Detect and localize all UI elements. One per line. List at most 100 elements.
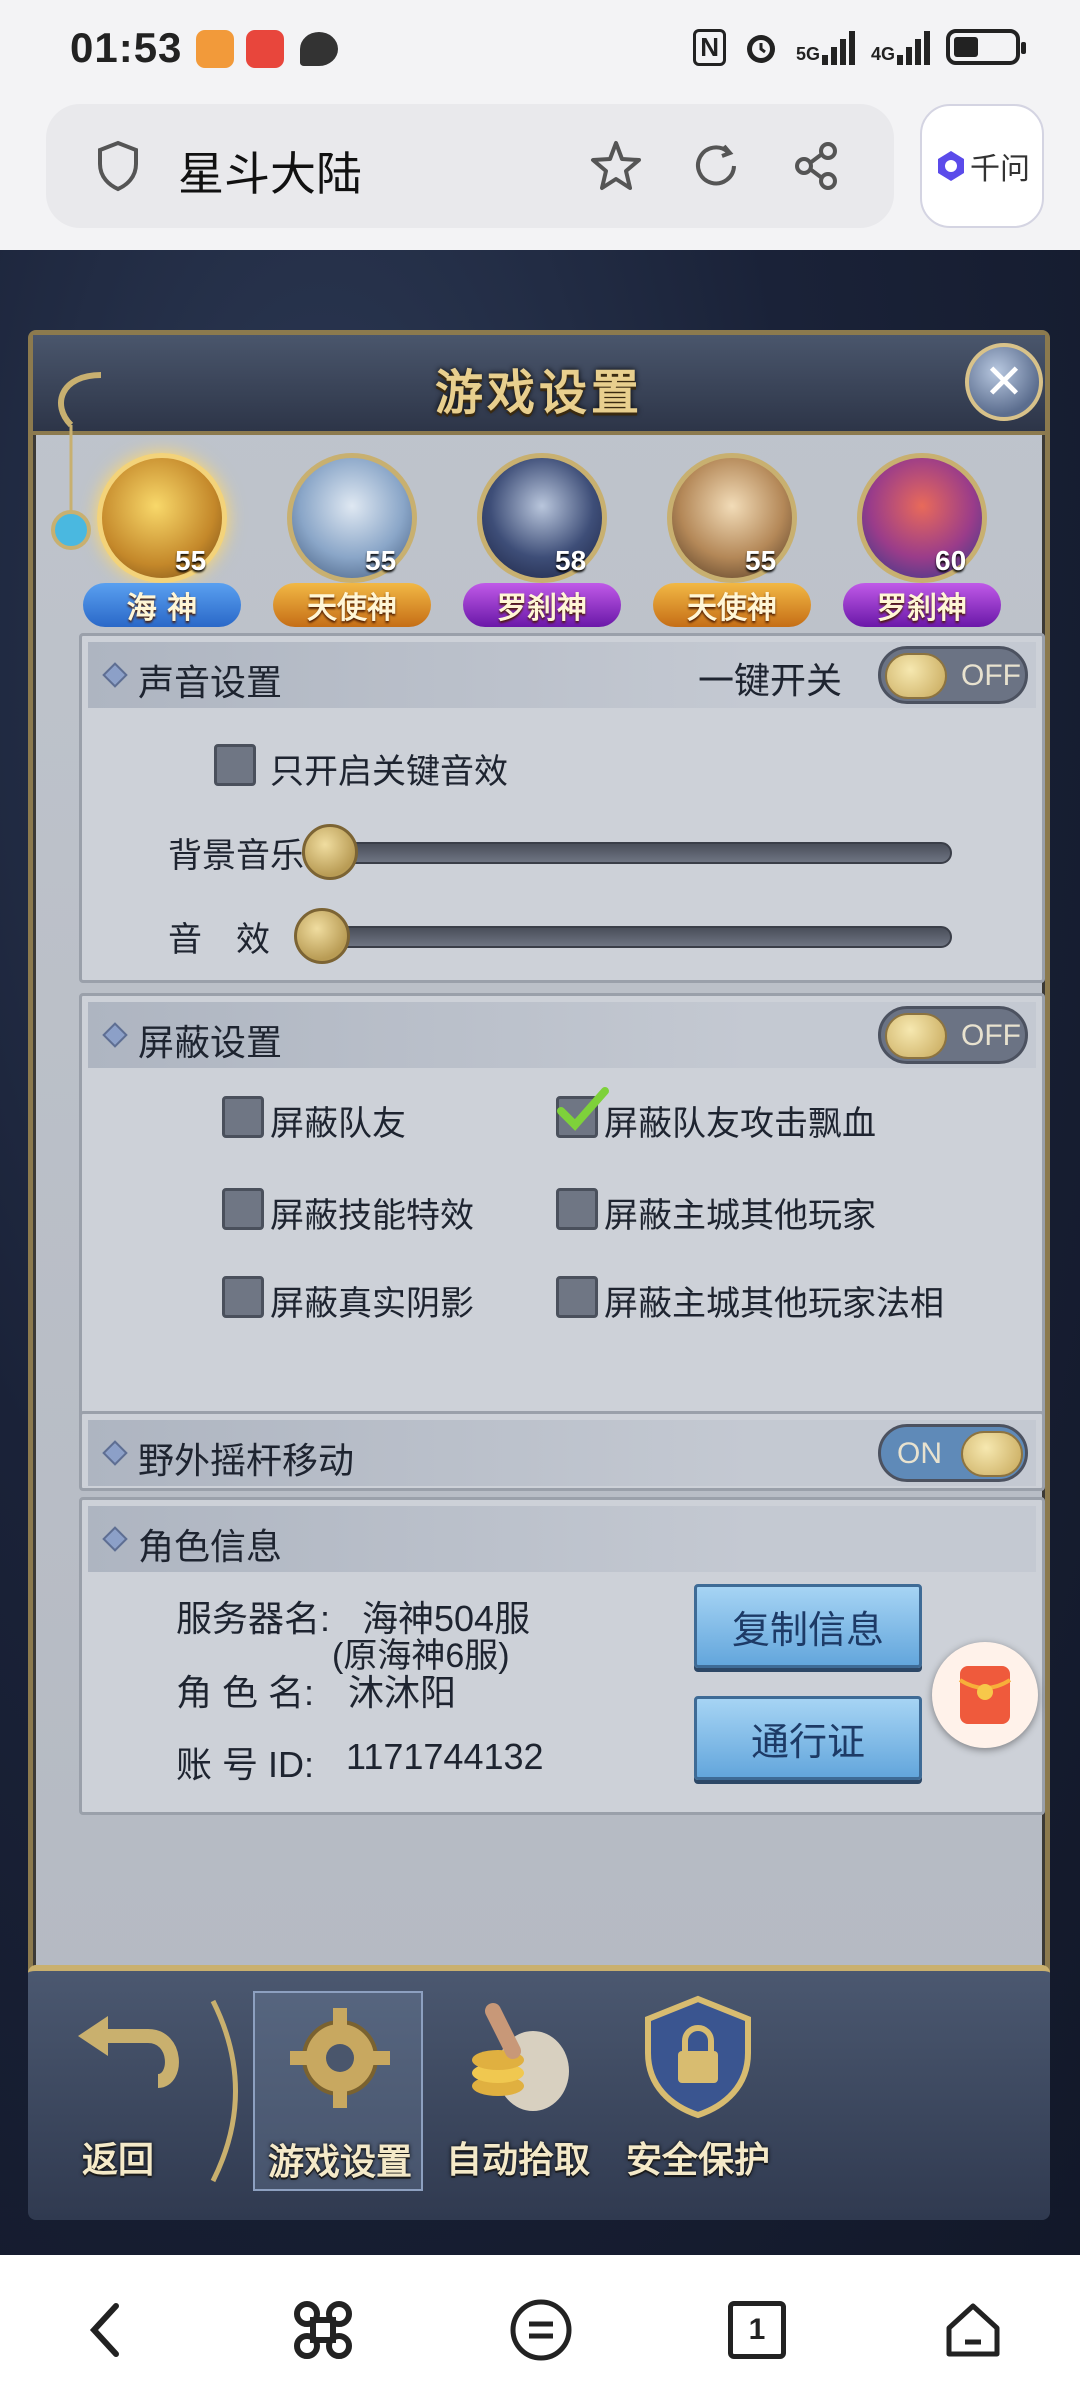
character-title-badge: 天使神 [273, 583, 431, 627]
character-slot[interactable]: 60 罗刹神 [843, 443, 1003, 638]
tab-game-settings[interactable]: 游戏设置 [253, 1991, 423, 2191]
refresh-icon[interactable] [686, 136, 746, 196]
back-label: 返回 [81, 2139, 154, 2181]
tab-security[interactable]: 安全保护 [613, 1991, 783, 2191]
close-button[interactable]: ✕ [965, 343, 1043, 421]
checkmark-icon [557, 1087, 609, 1131]
tab-label: 自动拾取 [445, 2139, 590, 2181]
one-key-switch-toggle[interactable]: OFF [878, 646, 1028, 704]
block-option-label: 屏蔽队友 [270, 1105, 406, 1143]
qianwen-assistant-button[interactable]: 千问 [920, 104, 1044, 228]
block-real-shadow-checkbox[interactable] [222, 1276, 264, 1318]
block-teammates-checkbox[interactable] [222, 1096, 264, 1138]
bgm-slider-knob[interactable] [302, 824, 358, 880]
character-level: 55 [745, 545, 777, 576]
apps-nav-button[interactable] [288, 2295, 358, 2365]
gear-icon [290, 2008, 390, 2108]
tab-auto-pickup[interactable]: 自动拾取 [433, 1991, 603, 2191]
coin-bag-icon [472, 2003, 569, 2111]
alarm-icon [746, 35, 775, 63]
role-name-label: 角 色 名: [176, 1672, 315, 1713]
copy-info-button[interactable]: 复制信息 [694, 1584, 922, 1668]
account-id-value: 1171744132 [346, 1736, 544, 1777]
block-city-players-checkbox[interactable] [556, 1188, 598, 1230]
character-slot[interactable]: 55 天使神 [273, 443, 433, 638]
network-label-4g: 4G [870, 44, 895, 64]
section-title: 野外摇杆移动 [138, 1440, 355, 1481]
section-header: 角色信息 [88, 1506, 1036, 1572]
block-team-damage-checkbox[interactable] [556, 1087, 609, 1138]
section-header: 声音设置 一键开关 OFF [88, 642, 1036, 708]
diamond-bullet-icon [102, 1022, 128, 1048]
home-nav-button[interactable] [938, 2295, 1008, 2365]
signal-strength-icon [821, 29, 855, 65]
character-slot[interactable]: 58 罗刹神 [463, 443, 623, 638]
panel-title: 游戏设置 [434, 365, 643, 421]
diamond-bullet-icon [102, 662, 128, 688]
joystick-toggle[interactable]: ON [878, 1424, 1028, 1482]
block-skill-effects-checkbox[interactable] [222, 1188, 264, 1230]
menu-nav-button[interactable] [506, 2295, 576, 2365]
bgm-slider-track[interactable] [302, 842, 952, 864]
shield-icon[interactable] [96, 140, 140, 192]
character-title-badge: 罗刹神 [463, 583, 621, 627]
shield-lock-icon [645, 1995, 751, 2119]
bottom-tab-bar: 返回 游戏设置 自动拾取 安全保护 [28, 1965, 1050, 2220]
status-time: 01:53 [70, 24, 183, 71]
character-portrait [287, 453, 417, 583]
tabs-nav-button[interactable]: 1 [722, 2295, 792, 2365]
passport-button[interactable]: 通行证 [694, 1696, 922, 1780]
section-title: 角色信息 [138, 1526, 283, 1567]
character-level: 55 [365, 545, 397, 576]
back-arrow-icon [78, 2016, 179, 2088]
block-toggle[interactable]: OFF [878, 1006, 1028, 1064]
block-option-label: 屏蔽真实阴影 [270, 1285, 474, 1323]
block-city-player-avatar-checkbox[interactable] [556, 1276, 598, 1318]
sfx-slider-knob[interactable] [294, 908, 350, 964]
back-button[interactable]: 返回 [48, 1991, 218, 2191]
bookmark-star-icon[interactable] [586, 136, 646, 196]
block-option-label: 屏蔽主城其他玩家法相 [604, 1285, 944, 1323]
role-info-section: 角色信息 服务器名: 海神504服 (原海神6服) 角 色 名: 沐沐阳 账 号… [79, 1497, 1045, 1815]
character-level: 58 [555, 545, 587, 576]
panel-header: 游戏设置 ✕ [33, 335, 1045, 435]
menu-icon [510, 2299, 572, 2361]
sound-settings-section: 声音设置 一键开关 OFF 只开启关键音效 背景音乐 音 效 [79, 633, 1045, 983]
section-title: 屏蔽设置 [138, 1022, 283, 1063]
red-packet-icon [958, 1666, 1012, 1724]
command-icon [294, 2301, 352, 2359]
account-id-label: 账 号 ID: [176, 1744, 315, 1785]
home-icon [946, 2303, 1000, 2357]
browser-toolbar: 星斗大陆 千问 [0, 100, 1080, 250]
close-icon: ✕ [983, 356, 1025, 409]
toggle-knob [885, 1013, 947, 1059]
diamond-bullet-icon [102, 1440, 128, 1466]
section-title: 声音设置 [138, 662, 283, 703]
settings-panel: 游戏设置 ✕ 55 海 神 55 天使神 58 罗刹神 55 天使神 60 罗刹… [28, 330, 1050, 2220]
address-bar[interactable]: 星斗大陆 [46, 104, 894, 228]
app-notification-icon [196, 30, 234, 68]
game-canvas: 游戏设置 ✕ 55 海 神 55 天使神 58 罗刹神 55 天使神 60 罗刹… [0, 250, 1080, 2255]
character-slot[interactable]: 55 天使神 [653, 443, 813, 638]
diamond-bullet-icon [102, 1526, 128, 1552]
character-level: 55 [175, 545, 207, 576]
joystick-section: 野外摇杆移动 ON [79, 1411, 1045, 1491]
block-option-label: 屏蔽队友攻击飘血 [604, 1105, 876, 1143]
toggle-state: ON [897, 1437, 942, 1470]
character-list: 55 海 神 55 天使神 58 罗刹神 55 天使神 60 罗刹神 [83, 443, 1043, 638]
floating-red-packet-button[interactable] [932, 1642, 1038, 1748]
block-option-label: 屏蔽技能特效 [270, 1197, 474, 1235]
bgm-label: 背景音乐 [168, 837, 304, 875]
character-level: 60 [935, 545, 967, 576]
sfx-slider-track[interactable] [302, 926, 952, 948]
character-portrait [667, 453, 797, 583]
key-sfx-checkbox[interactable] [214, 744, 256, 786]
status-bar: 01:53 N 5G 4G [0, 0, 1080, 100]
toggle-knob [961, 1431, 1023, 1477]
video-app-notification-icon [246, 30, 284, 68]
pendant-ornament-icon [51, 372, 102, 550]
key-sfx-label: 只开启关键音效 [270, 753, 508, 791]
share-icon[interactable] [786, 136, 846, 196]
tab-count: 1 [748, 2313, 766, 2346]
back-nav-button[interactable] [72, 2295, 142, 2365]
